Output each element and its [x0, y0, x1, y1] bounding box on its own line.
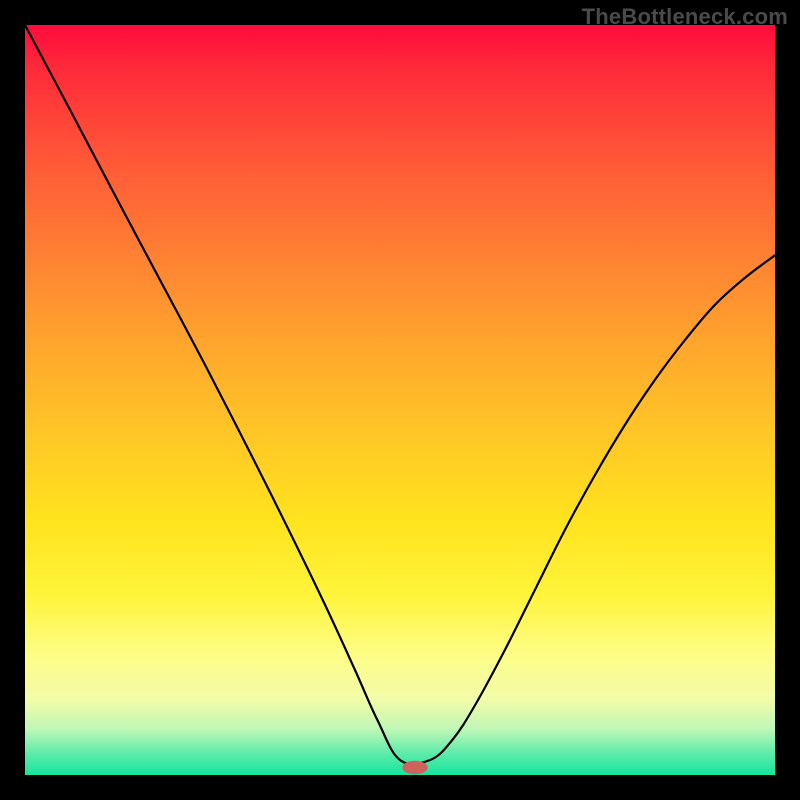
watermark-text: TheBottleneck.com: [582, 4, 788, 30]
optimal-marker: [402, 761, 428, 775]
plot-svg: [25, 25, 775, 775]
bottleneck-curve: [25, 25, 775, 764]
chart-frame: TheBottleneck.com: [0, 0, 800, 800]
plot-area: [25, 25, 775, 775]
